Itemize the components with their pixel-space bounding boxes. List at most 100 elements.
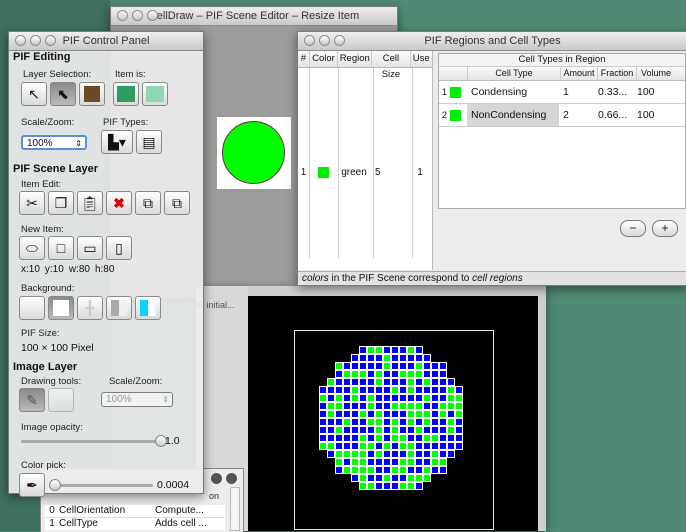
remove-cell-type-button[interactable]: − — [620, 220, 646, 237]
col-fraction[interactable]: Fraction — [598, 67, 637, 80]
send-back-icon[interactable]: ⧉ — [164, 191, 190, 215]
minimize-window-icon[interactable] — [132, 10, 143, 21]
free-item-icon[interactable] — [142, 82, 168, 106]
drawing-tools-buttons[interactable]: ✎ — [19, 388, 74, 412]
opacity-slider[interactable] — [21, 435, 167, 447]
col-use[interactable]: Use — [411, 51, 433, 67]
paste-icon[interactable]: 📋︎ — [77, 191, 103, 215]
region-num: 1 — [300, 166, 307, 178]
frozen-item-icon[interactable] — [113, 82, 139, 106]
cell-type-amount[interactable]: 1 — [559, 86, 595, 98]
background-buttons[interactable]: ╋ — [19, 296, 161, 320]
layer-selection-buttons[interactable]: ↖ ⬉ — [21, 82, 105, 106]
control-panel-titlebar[interactable]: PIF Control Panel — [9, 32, 203, 51]
regions-window[interactable]: PIF Regions and Cell Types # Color Regio… — [297, 31, 686, 286]
cell-type-name[interactable]: NonCondensing — [467, 104, 559, 126]
circle-button-icon[interactable] — [211, 473, 222, 484]
cell-type-row[interactable]: 2 NonCondensing 2 0.66... 100 — [439, 104, 685, 127]
col-amount[interactable]: Amount — [561, 67, 598, 80]
close-window-icon[interactable] — [15, 35, 26, 46]
zoom-window-icon[interactable] — [334, 35, 345, 46]
square-icon[interactable]: □ — [48, 236, 74, 260]
lattice-cell — [391, 354, 399, 362]
cell-type-name[interactable]: Condensing — [467, 86, 559, 98]
image-scale-zoom-select[interactable]: 100% ⇕ — [101, 392, 173, 407]
item-edit-buttons[interactable]: ✂ ❐ 📋︎ ✖ ⧉ ⧉ — [19, 191, 190, 215]
stepper-icon[interactable]: ⇕ — [75, 137, 82, 150]
item-is-buttons[interactable] — [113, 82, 168, 106]
zoom-window-icon[interactable] — [147, 10, 158, 21]
scale-zoom-select[interactable]: 100% ⇕ — [21, 135, 87, 150]
col-color[interactable]: Color — [310, 51, 339, 67]
zoom-window-icon[interactable] — [45, 35, 56, 46]
lattice-cell — [367, 370, 375, 378]
minimize-window-icon[interactable] — [319, 35, 330, 46]
plugin-scrollbar[interactable] — [230, 487, 240, 531]
bg-grid-icon[interactable]: ╋ — [77, 296, 103, 320]
plugin-table-row[interactable]: 1 CellType Adds cell ... — [45, 518, 225, 530]
control-panel-window[interactable]: PIF Control Panel PIF Editing Layer Sele… — [8, 31, 204, 497]
color-pick-slider[interactable] — [49, 479, 153, 491]
pencil-icon[interactable]: ✎ — [19, 388, 45, 412]
delete-icon[interactable]: ✖ — [106, 191, 132, 215]
col-cell-type[interactable]: Cell Type — [468, 67, 561, 80]
cell-type-volume[interactable]: 100 — [633, 86, 671, 98]
cut-icon[interactable]: ✂ — [19, 191, 45, 215]
eyedropper-icon[interactable]: ✒ — [19, 473, 45, 497]
plugin-window-buttons[interactable] — [211, 473, 237, 484]
region-color-swatch[interactable] — [309, 166, 337, 178]
col-cell-size[interactable]: Cell Size — [372, 51, 411, 80]
lattice-cell — [447, 386, 455, 394]
pif-types-buttons[interactable]: ▙▾ ▤ — [101, 130, 162, 154]
color-pick-slider-knob[interactable] — [49, 479, 61, 491]
col-volume[interactable]: Volume — [637, 67, 675, 80]
lattice-cell — [335, 386, 343, 394]
scene-canvas[interactable] — [217, 117, 291, 189]
window-controls[interactable] — [15, 35, 56, 46]
stepper-icon[interactable]: ⇕ — [162, 393, 169, 406]
cell-types-panel[interactable]: Cell Types in Region Cell Type Amount Fr… — [438, 53, 686, 209]
bg-white-icon[interactable] — [48, 296, 74, 320]
regions-titlebar[interactable]: PIF Regions and Cell Types — [298, 32, 686, 51]
bring-front-icon[interactable]: ⧉ — [135, 191, 161, 215]
regions-table[interactable]: # Color Region Cell Size Use 1 green 5 1 — [298, 51, 433, 270]
col-num[interactable]: # — [298, 51, 310, 67]
paint-bucket-icon[interactable]: ▙▾ — [101, 130, 133, 154]
cell-type-row[interactable]: 1 Condensing 1 0.33... 100 — [439, 81, 685, 104]
close-window-icon[interactable] — [117, 10, 128, 21]
scale-zoom-label: Scale/Zoom: — [21, 117, 75, 128]
region-row[interactable]: 1 green 5 1 — [298, 164, 432, 180]
minimize-window-icon[interactable] — [30, 35, 41, 46]
lattice-cell — [439, 410, 447, 418]
cell-type-volume[interactable]: 100 — [633, 109, 671, 121]
lattice-cell — [447, 418, 455, 426]
cell-type-color-swatch[interactable] — [450, 109, 467, 121]
bg-blank-icon[interactable] — [19, 296, 45, 320]
new-item-buttons[interactable]: ⬭ □ ▭ ▯ — [19, 236, 132, 260]
col-region[interactable]: Region — [338, 51, 373, 67]
ellipse-icon[interactable]: ⬭ — [19, 236, 45, 260]
vertical-rect-icon[interactable]: ▯ — [106, 236, 132, 260]
bg-cyan-icon[interactable] — [135, 296, 161, 320]
cell-type-color-swatch[interactable] — [450, 86, 467, 98]
cell-type-amount[interactable]: 2 — [559, 109, 595, 121]
close-window-icon[interactable] — [304, 35, 315, 46]
add-cell-type-button[interactable]: + — [652, 220, 678, 237]
horizontal-rect-icon[interactable]: ▭ — [77, 236, 103, 260]
black-arrow-icon[interactable]: ⬉ — [50, 82, 76, 106]
cell-lattice[interactable] — [319, 346, 467, 494]
table-view-icon[interactable]: ▤ — [136, 130, 162, 154]
pointer-arrow-icon[interactable]: ↖ — [21, 82, 47, 106]
lattice-cell — [415, 474, 423, 482]
image-layer-icon[interactable] — [79, 82, 105, 106]
circle-button-icon[interactable] — [226, 473, 237, 484]
copy-icon[interactable]: ❐ — [48, 191, 74, 215]
green-circle-region[interactable] — [222, 121, 285, 184]
bg-checker-icon[interactable] — [106, 296, 132, 320]
window-controls[interactable] — [117, 10, 158, 21]
scene-editor-titlebar[interactable]: CellDraw – PIF Scene Editor – Resize Ite… — [111, 7, 397, 26]
lattice-cell — [439, 458, 447, 466]
window-controls[interactable] — [304, 35, 345, 46]
plugin-table-row[interactable]: 0 CellOrientation Compute... — [45, 505, 225, 518]
eraser-icon[interactable] — [48, 388, 74, 412]
